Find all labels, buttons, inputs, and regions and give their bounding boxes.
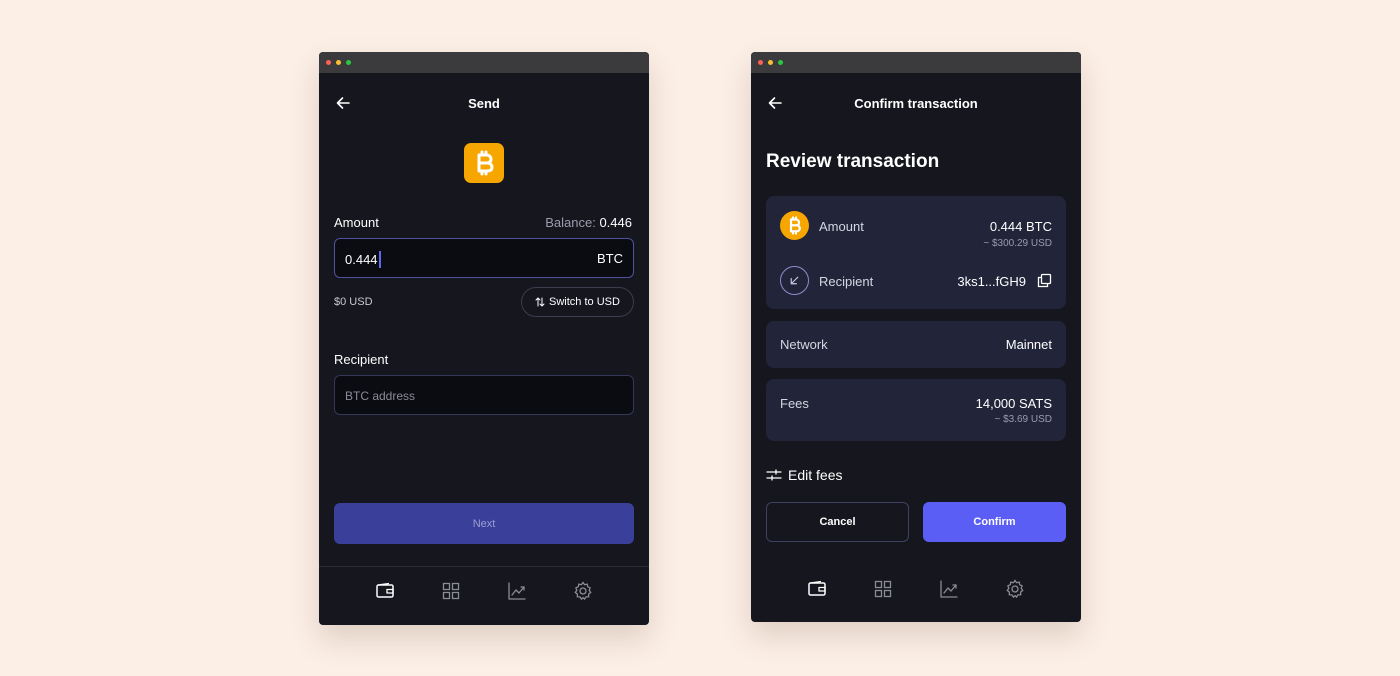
gear-icon[interactable] xyxy=(572,580,594,602)
network-label: Network xyxy=(780,337,828,352)
recipient-address-input[interactable]: BTC address xyxy=(334,375,634,415)
incoming-arrow-icon xyxy=(780,266,809,295)
confirm-button[interactable]: Confirm xyxy=(923,502,1066,542)
chart-icon[interactable] xyxy=(938,578,960,600)
close-window-button[interactable] xyxy=(758,60,763,65)
minimize-window-button[interactable] xyxy=(336,60,341,65)
page-title: Confirm transaction xyxy=(854,96,978,111)
transaction-summary-card: Amount 0.444 BTC ~ $300.29 USD Recipient… xyxy=(766,196,1066,309)
grid-icon[interactable] xyxy=(440,580,462,602)
cancel-button[interactable]: Cancel xyxy=(766,502,909,542)
balance-value: 0.446 xyxy=(599,215,632,230)
send-window: Send Amount Balance: 0.446 0.444 BTC $0 … xyxy=(319,52,649,625)
next-button[interactable]: Next xyxy=(334,503,634,544)
grid-icon[interactable] xyxy=(872,578,894,600)
balance-display: Balance: 0.446 xyxy=(545,215,632,230)
bitcoin-logo-icon xyxy=(464,143,504,183)
wallet-icon[interactable] xyxy=(374,580,396,602)
confirm-window: Confirm transaction Review transaction A… xyxy=(751,52,1081,622)
amount-input-text: 0.444 xyxy=(345,252,378,267)
amount-row-value: 0.444 BTC xyxy=(989,219,1052,234)
fees-label: Fees xyxy=(780,396,809,411)
wallet-icon[interactable] xyxy=(806,578,828,600)
recipient-label: Recipient xyxy=(334,352,389,367)
bottom-nav xyxy=(319,580,649,602)
network-value: Mainnet xyxy=(1005,337,1052,352)
window-titlebar xyxy=(751,52,1081,73)
amount-input-value: 0.444 xyxy=(345,251,381,268)
window-titlebar xyxy=(319,52,649,73)
minimize-window-button[interactable] xyxy=(768,60,773,65)
amount-input[interactable]: 0.444 BTC xyxy=(334,238,634,278)
fees-value: 14,000 SATS xyxy=(975,396,1052,411)
close-window-button[interactable] xyxy=(326,60,331,65)
gear-icon[interactable] xyxy=(1004,578,1026,600)
bottom-nav xyxy=(751,578,1081,600)
amount-unit-label: BTC xyxy=(597,251,623,266)
swap-arrows-icon xyxy=(535,297,545,307)
recipient-address-value: 3ks1...fGH9 xyxy=(957,274,1026,289)
nav-divider xyxy=(319,566,649,567)
fees-card: Fees 14,000 SATS ~ $3.69 USD xyxy=(766,379,1066,441)
text-caret xyxy=(378,251,381,268)
edit-fees-label: Edit fees xyxy=(788,467,843,483)
fees-usd-value: ~ $3.69 USD xyxy=(994,414,1052,425)
copy-icon[interactable] xyxy=(1037,273,1052,288)
amount-row-label: Amount xyxy=(819,219,864,234)
confirm-header: Confirm transaction xyxy=(751,92,1081,114)
bitcoin-coin-icon xyxy=(780,211,809,240)
review-heading: Review transaction xyxy=(766,151,940,172)
sliders-icon xyxy=(766,469,782,481)
send-header: Send xyxy=(319,92,649,114)
page-title: Send xyxy=(468,96,500,111)
recipient-row-label: Recipient xyxy=(819,274,874,289)
maximize-window-button[interactable] xyxy=(346,60,351,65)
switch-to-usd-button[interactable]: Switch to USD xyxy=(521,287,634,317)
switch-to-usd-label: Switch to USD xyxy=(549,296,620,308)
amount-label: Amount xyxy=(334,215,379,230)
usd-equivalent: $0 USD xyxy=(334,296,373,308)
edit-fees-link[interactable]: Edit fees xyxy=(766,465,842,485)
balance-label: Balance: xyxy=(545,215,596,230)
recipient-placeholder: BTC address xyxy=(345,389,416,403)
chart-icon[interactable] xyxy=(506,580,528,602)
maximize-window-button[interactable] xyxy=(778,60,783,65)
amount-usd-value: ~ $300.29 USD xyxy=(983,238,1052,249)
network-card: Network Mainnet xyxy=(766,321,1066,368)
